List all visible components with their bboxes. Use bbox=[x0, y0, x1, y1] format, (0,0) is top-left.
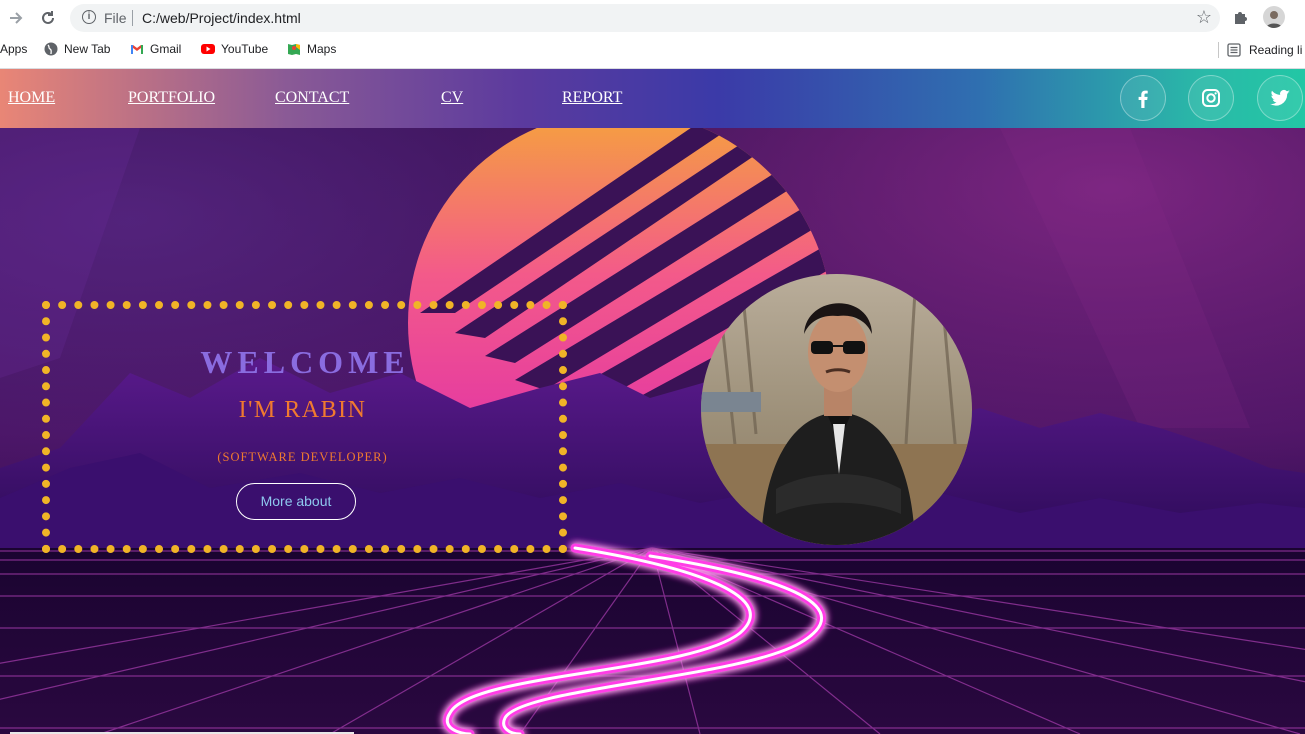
bookmark-apps[interactable]: Apps bbox=[0, 42, 27, 56]
instagram-icon[interactable] bbox=[1188, 75, 1234, 121]
twitter-icon[interactable] bbox=[1257, 75, 1303, 121]
web-page: HOME PORTFOLIO CONTACT CV REPORT WELCOME… bbox=[0, 69, 1305, 734]
nav-report-link[interactable]: REPORT bbox=[562, 89, 622, 107]
browser-chrome: i File C:/web/Project/index.html ☆ Apps … bbox=[0, 0, 1305, 69]
reload-icon[interactable] bbox=[36, 6, 60, 30]
address-row: i File C:/web/Project/index.html ☆ bbox=[0, 0, 1305, 36]
name-heading: I'M RABIN bbox=[238, 397, 367, 423]
welcome-heading: WELCOME bbox=[200, 344, 410, 380]
extensions-icon[interactable] bbox=[1232, 8, 1250, 26]
nav-contact-link[interactable]: CONTACT bbox=[275, 89, 349, 107]
new-tab-label: New Tab bbox=[64, 42, 111, 56]
reading-list-label: Reading li bbox=[1249, 43, 1303, 57]
youtube-icon bbox=[201, 44, 215, 54]
url-text[interactable]: C:/web/Project/index.html bbox=[142, 10, 301, 26]
globe-icon bbox=[44, 42, 58, 56]
profile-avatar-icon[interactable] bbox=[1263, 6, 1285, 28]
bookmark-youtube[interactable]: YouTube bbox=[201, 42, 268, 56]
maps-icon bbox=[288, 44, 300, 55]
reading-list[interactable]: Reading li bbox=[1218, 42, 1302, 58]
gmail-label: Gmail bbox=[150, 42, 182, 56]
role-subtitle: (SOFTWARE DEVELOPER) bbox=[217, 450, 388, 464]
bookmark-gmail[interactable]: Gmail bbox=[130, 42, 181, 56]
hero-section: WELCOME I'M RABIN (SOFTWARE DEVELOPER) M… bbox=[0, 128, 1305, 734]
maps-label: Maps bbox=[307, 42, 337, 56]
bookmark-star-icon[interactable]: ☆ bbox=[1196, 7, 1212, 28]
profile-photo bbox=[701, 274, 972, 545]
bookmark-new-tab[interactable]: New Tab bbox=[44, 42, 110, 56]
apps-label: Apps bbox=[0, 42, 28, 56]
nav-cv-link[interactable]: CV bbox=[441, 89, 463, 107]
gmail-icon bbox=[131, 45, 143, 54]
bookmark-maps[interactable]: Maps bbox=[287, 42, 336, 56]
bookmarks-bar: Apps New Tab Gmail YouTube Maps Reading … bbox=[0, 38, 1305, 62]
forward-icon[interactable] bbox=[4, 6, 28, 30]
reading-list-divider bbox=[1218, 42, 1219, 58]
info-icon[interactable]: i bbox=[82, 10, 96, 24]
file-label: File bbox=[104, 10, 127, 26]
facebook-icon[interactable] bbox=[1120, 75, 1166, 121]
reading-list-icon bbox=[1227, 43, 1241, 57]
address-bar[interactable]: i File C:/web/Project/index.html ☆ bbox=[70, 4, 1220, 32]
more-about-button[interactable]: More about bbox=[236, 483, 356, 520]
site-navbar: HOME PORTFOLIO CONTACT CV REPORT bbox=[0, 69, 1305, 128]
youtube-label: YouTube bbox=[221, 42, 269, 56]
nav-portfolio-link[interactable]: PORTFOLIO bbox=[128, 89, 215, 107]
address-divider bbox=[132, 10, 133, 26]
nav-home-link[interactable]: HOME bbox=[8, 89, 55, 107]
